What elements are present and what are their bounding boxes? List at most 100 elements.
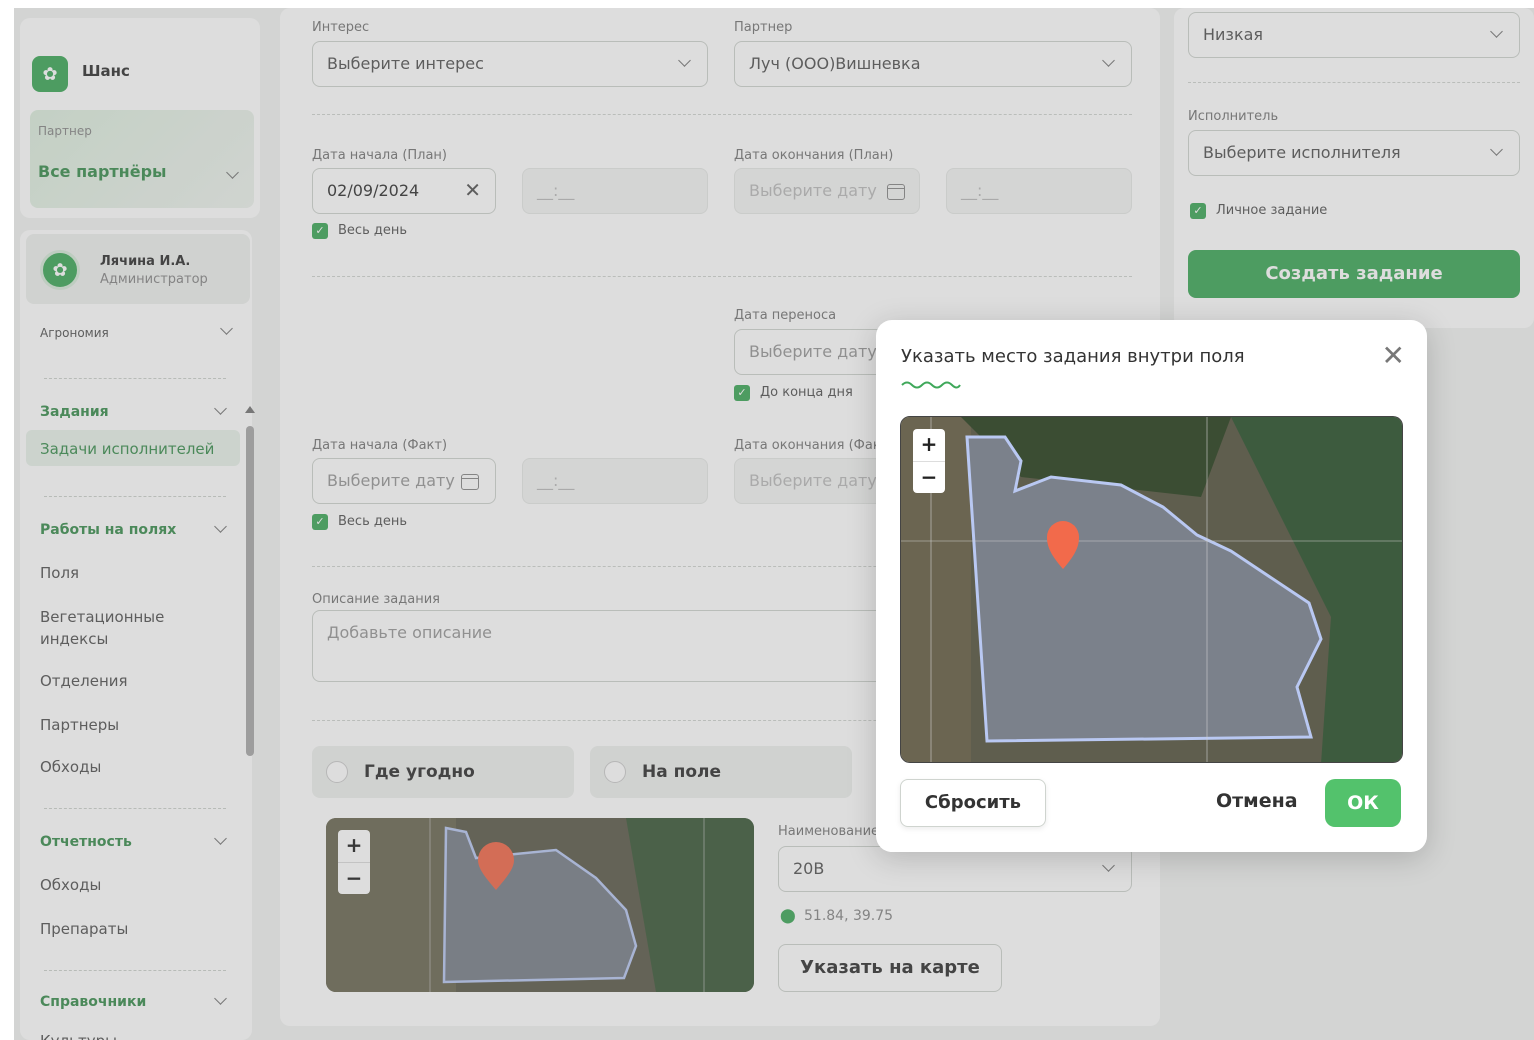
start-fact-date[interactable]: Выберите дату: [312, 458, 496, 504]
divider: [44, 496, 226, 497]
divider: [44, 970, 226, 971]
interest-label: Интерес: [312, 20, 370, 35]
nav-item-crops[interactable]: Культуры: [40, 1032, 117, 1040]
all-day-checkbox[interactable]: ✓: [312, 223, 328, 239]
end-fact-label: Дата окончания (Факт): [734, 438, 894, 453]
until-end-of-day-label: До конца дня: [760, 385, 853, 400]
nav-item-departments[interactable]: Отделения: [40, 672, 128, 690]
nav-head-references[interactable]: Справочники: [40, 994, 146, 1010]
start-plan-value: 02/09/2024: [327, 181, 420, 200]
radio-button[interactable]: [604, 761, 626, 783]
partner-selector[interactable]: Партнер Все партнёры: [30, 110, 254, 208]
date-placeholder: Выберите дату: [749, 181, 877, 200]
executor-select[interactable]: Выберите исполнителя: [1188, 130, 1520, 176]
zoom-in-button[interactable]: +: [338, 830, 370, 862]
brand-name: Шанс: [82, 62, 130, 80]
coordinates: 51.84, 39.75: [804, 908, 894, 924]
zoom-out-button[interactable]: −: [338, 862, 370, 894]
description-placeholder: Добавьте описание: [327, 623, 493, 642]
map-location-dialog: Указать место задания внутри поля ✕ + − …: [876, 320, 1427, 852]
all-day-label: Весь день: [338, 223, 408, 238]
nav-item-report-inspections[interactable]: Обходы: [40, 876, 101, 894]
all-day-fact-checkbox[interactable]: ✓: [312, 514, 328, 530]
nav-item-fields[interactable]: Поля: [40, 564, 79, 582]
start-fact-time[interactable]: __:__: [522, 458, 708, 504]
start-plan-time[interactable]: __:__: [522, 168, 708, 214]
calendar-icon: [887, 184, 905, 200]
nav-item-partners[interactable]: Партнеры: [40, 716, 119, 734]
calendar-icon: [461, 474, 479, 490]
nav-head-tasks[interactable]: Задания: [40, 404, 109, 420]
divider: [1188, 82, 1520, 83]
interest-select[interactable]: Выберите интерес: [312, 41, 708, 87]
title-underline-icon: [901, 381, 961, 389]
field-name-value: 20В: [793, 859, 825, 878]
nav-item-executor-tasks[interactable]: Задачи исполнителей: [40, 440, 214, 458]
show-on-map-button[interactable]: Указать на карте: [778, 944, 1002, 992]
start-plan-date[interactable]: 02/09/2024 ✕: [312, 168, 496, 214]
radio-button[interactable]: [326, 761, 348, 783]
until-end-of-day-checkbox[interactable]: ✓: [734, 385, 750, 401]
nav-head-reports[interactable]: Отчетность: [40, 834, 132, 850]
create-task-button[interactable]: Создать задание: [1188, 250, 1520, 298]
user-profile[interactable]: ✿ Лячина И.А. Администратор: [26, 234, 250, 304]
start-plan-label: Дата начала (План): [312, 148, 448, 163]
end-plan-time[interactable]: __:__: [946, 168, 1132, 214]
date-placeholder: Выберите дату: [327, 471, 455, 490]
description-label: Описание задания: [312, 592, 440, 607]
field-map-preview[interactable]: + −: [326, 818, 754, 992]
location-anywhere-option[interactable]: Где угодно: [312, 746, 574, 798]
date-placeholder: Выберите дату: [749, 342, 877, 361]
zoom-out-button[interactable]: −: [913, 461, 945, 493]
close-icon[interactable]: ✕: [1382, 342, 1405, 370]
dialog-title: Указать место задания внутри поля: [901, 346, 1245, 367]
priority-value: Низкая: [1203, 25, 1264, 44]
reset-button[interactable]: Сбросить: [900, 779, 1046, 827]
section-agronomy[interactable]: Агрономия: [40, 326, 109, 340]
cancel-button[interactable]: Отмена: [1216, 790, 1298, 812]
clear-icon[interactable]: ✕: [464, 178, 481, 202]
ok-button[interactable]: ОК: [1325, 779, 1401, 827]
chevron-down-icon: [1102, 54, 1115, 67]
nav-card: ✿ Лячина И.А. Администратор Агрономия За…: [20, 230, 252, 1040]
chevron-down-icon: [226, 166, 239, 179]
scroll-up-arrow[interactable]: [245, 406, 255, 413]
time-placeholder: __:__: [537, 471, 575, 490]
chevron-down-icon: [1490, 143, 1503, 156]
partner-label: Партнер: [38, 124, 92, 138]
priority-select[interactable]: Низкая: [1188, 12, 1520, 58]
partner-select[interactable]: Луч (ООО)Вишневка: [734, 41, 1132, 87]
scrollbar-thumb[interactable]: [246, 426, 254, 756]
divider: [312, 114, 1132, 115]
interest-placeholder: Выберите интерес: [327, 54, 484, 73]
nav-head-field-work[interactable]: Работы на полях: [40, 522, 176, 538]
dialog-map[interactable]: + −: [900, 416, 1403, 763]
time-placeholder: __:__: [961, 181, 999, 200]
satellite-map: [901, 417, 1402, 762]
personal-task-label: Личное задание: [1216, 203, 1328, 218]
end-plan-date[interactable]: Выберите дату: [734, 168, 920, 214]
chevron-down-icon: [220, 322, 233, 335]
date-placeholder: Выберите дату: [749, 471, 877, 490]
executor-label: Исполнитель: [1188, 109, 1279, 124]
time-placeholder: __:__: [537, 181, 575, 200]
zoom-in-button[interactable]: +: [913, 429, 945, 461]
chevron-down-icon: [1490, 25, 1503, 38]
location-field-label: На поле: [642, 762, 722, 782]
nav-item-inspections[interactable]: Обходы: [40, 758, 101, 776]
chevron-down-icon: [1102, 859, 1115, 872]
personal-task-checkbox[interactable]: ✓: [1190, 203, 1206, 219]
location-field-option[interactable]: На поле: [590, 746, 852, 798]
brand-card: ✿ Шанс Партнер Все партнёры: [20, 18, 260, 218]
right-panel: Низкая Исполнитель Выберите исполнителя …: [1174, 8, 1534, 328]
nav-item-vegetation-indices[interactable]: Вегетационные индексы: [40, 606, 190, 650]
divider: [44, 378, 226, 379]
divider: [312, 276, 1132, 277]
partner-value: Все партнёры: [38, 162, 167, 181]
chevron-down-icon: [214, 402, 227, 415]
start-fact-label: Дата начала (Факт): [312, 438, 448, 453]
nav-item-preparations[interactable]: Препараты: [40, 920, 128, 938]
location-anywhere-label: Где угодно: [364, 762, 475, 782]
field-name-select[interactable]: 20В: [778, 846, 1132, 892]
all-day-fact-label: Весь день: [338, 514, 408, 529]
